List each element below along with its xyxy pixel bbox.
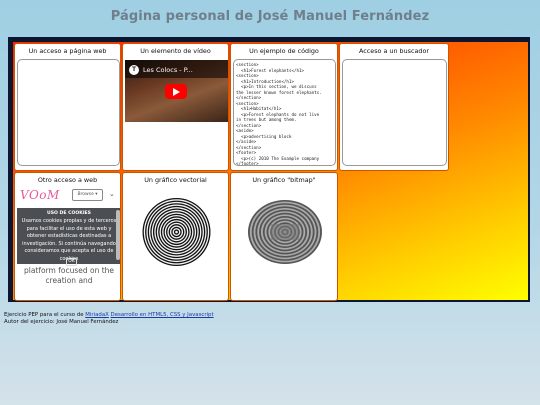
video-player[interactable]: T Les Colocs - P... — [125, 60, 228, 122]
cookie-banner: USO DE COOKIES Usamos cookies propias y … — [17, 208, 120, 266]
cell-other-web: Otro acceso a web VOoM Browse ▾ ⌄ USO DE… — [14, 172, 121, 301]
cell-title-bitmap: Un gráfico "bitmap" — [252, 176, 316, 184]
miriadax-link[interactable]: MiriadaX — [85, 312, 109, 318]
cell-video: Un elemento de vídeo T Les Colocs - P... — [122, 43, 229, 171]
chevron-down-icon[interactable]: ⌄ — [109, 190, 115, 198]
cookie-ok-button[interactable]: OK — [66, 258, 77, 266]
video-title[interactable]: Les Colocs - P... — [143, 66, 193, 74]
site-body-text: platform focused on the creation and — [23, 266, 115, 285]
vector-graphic — [142, 198, 211, 266]
other-web-iframe[interactable]: VOoM Browse ▾ ⌄ USO DE COOKIES Usamos co… — [17, 186, 120, 300]
course-link[interactable]: Desarrollo en HTML5, CSS y Javascript — [111, 312, 214, 318]
vector-rings — [142, 198, 211, 266]
cookie-text: Usamos cookies propias y de terceros par… — [21, 218, 117, 262]
play-icon — [173, 88, 180, 96]
browse-button[interactable]: Browse ▾ — [72, 189, 103, 201]
play-button[interactable] — [165, 84, 187, 99]
cell-code: Un ejemplo de código <section> <h1>Fores… — [230, 43, 338, 171]
cell-bitmap: Un gráfico "bitmap" — [230, 172, 338, 301]
cell-title-web-access: Un acceso a página web — [28, 47, 107, 55]
footer-course-prefix: Ejercicio PEP para el curso de — [4, 312, 86, 318]
footer-author: Autor del ejercicio: José Manuel Fernánd… — [4, 318, 119, 325]
site-scrollbar[interactable] — [116, 210, 120, 260]
cell-web-access: Un acceso a página web — [14, 43, 121, 171]
cell-title-other-web: Otro acceso a web — [37, 176, 98, 184]
page-footer: Ejercicio PEP para el curso de MiriadaX … — [4, 312, 214, 325]
cell-title-search: Acceso a un buscador — [358, 47, 430, 55]
footer-line-course: Ejercicio PEP para el curso de MiriadaX … — [4, 312, 214, 319]
bitmap-graphic — [248, 200, 322, 264]
cell-title-code: Un ejemplo de código — [249, 47, 319, 55]
code-sample: <section> <h1>Forest elephants</h1> <sec… — [236, 62, 322, 166]
cell-vector: Un gráfico vectorial — [122, 172, 229, 301]
bitmap-center-band — [271, 224, 299, 240]
site-logo[interactable]: VOoM — [20, 188, 60, 202]
cell-title-vector: Un gráfico vectorial — [144, 176, 207, 184]
page-title: Página personal de José Manuel Fernández — [110, 9, 430, 24]
cell-title-video: Un elemento de vídeo — [140, 47, 211, 55]
channel-avatar[interactable]: T — [129, 65, 139, 75]
web-iframe[interactable] — [17, 59, 120, 166]
cookie-title: USO DE COOKIES — [47, 211, 91, 216]
vector-rings-ring — [175, 230, 178, 234]
cell-search: Acceso a un buscador — [339, 43, 449, 171]
search-iframe[interactable] — [342, 59, 447, 166]
code-frame[interactable]: <section> <h1>Forest elephants</h1> <sec… — [233, 59, 336, 166]
